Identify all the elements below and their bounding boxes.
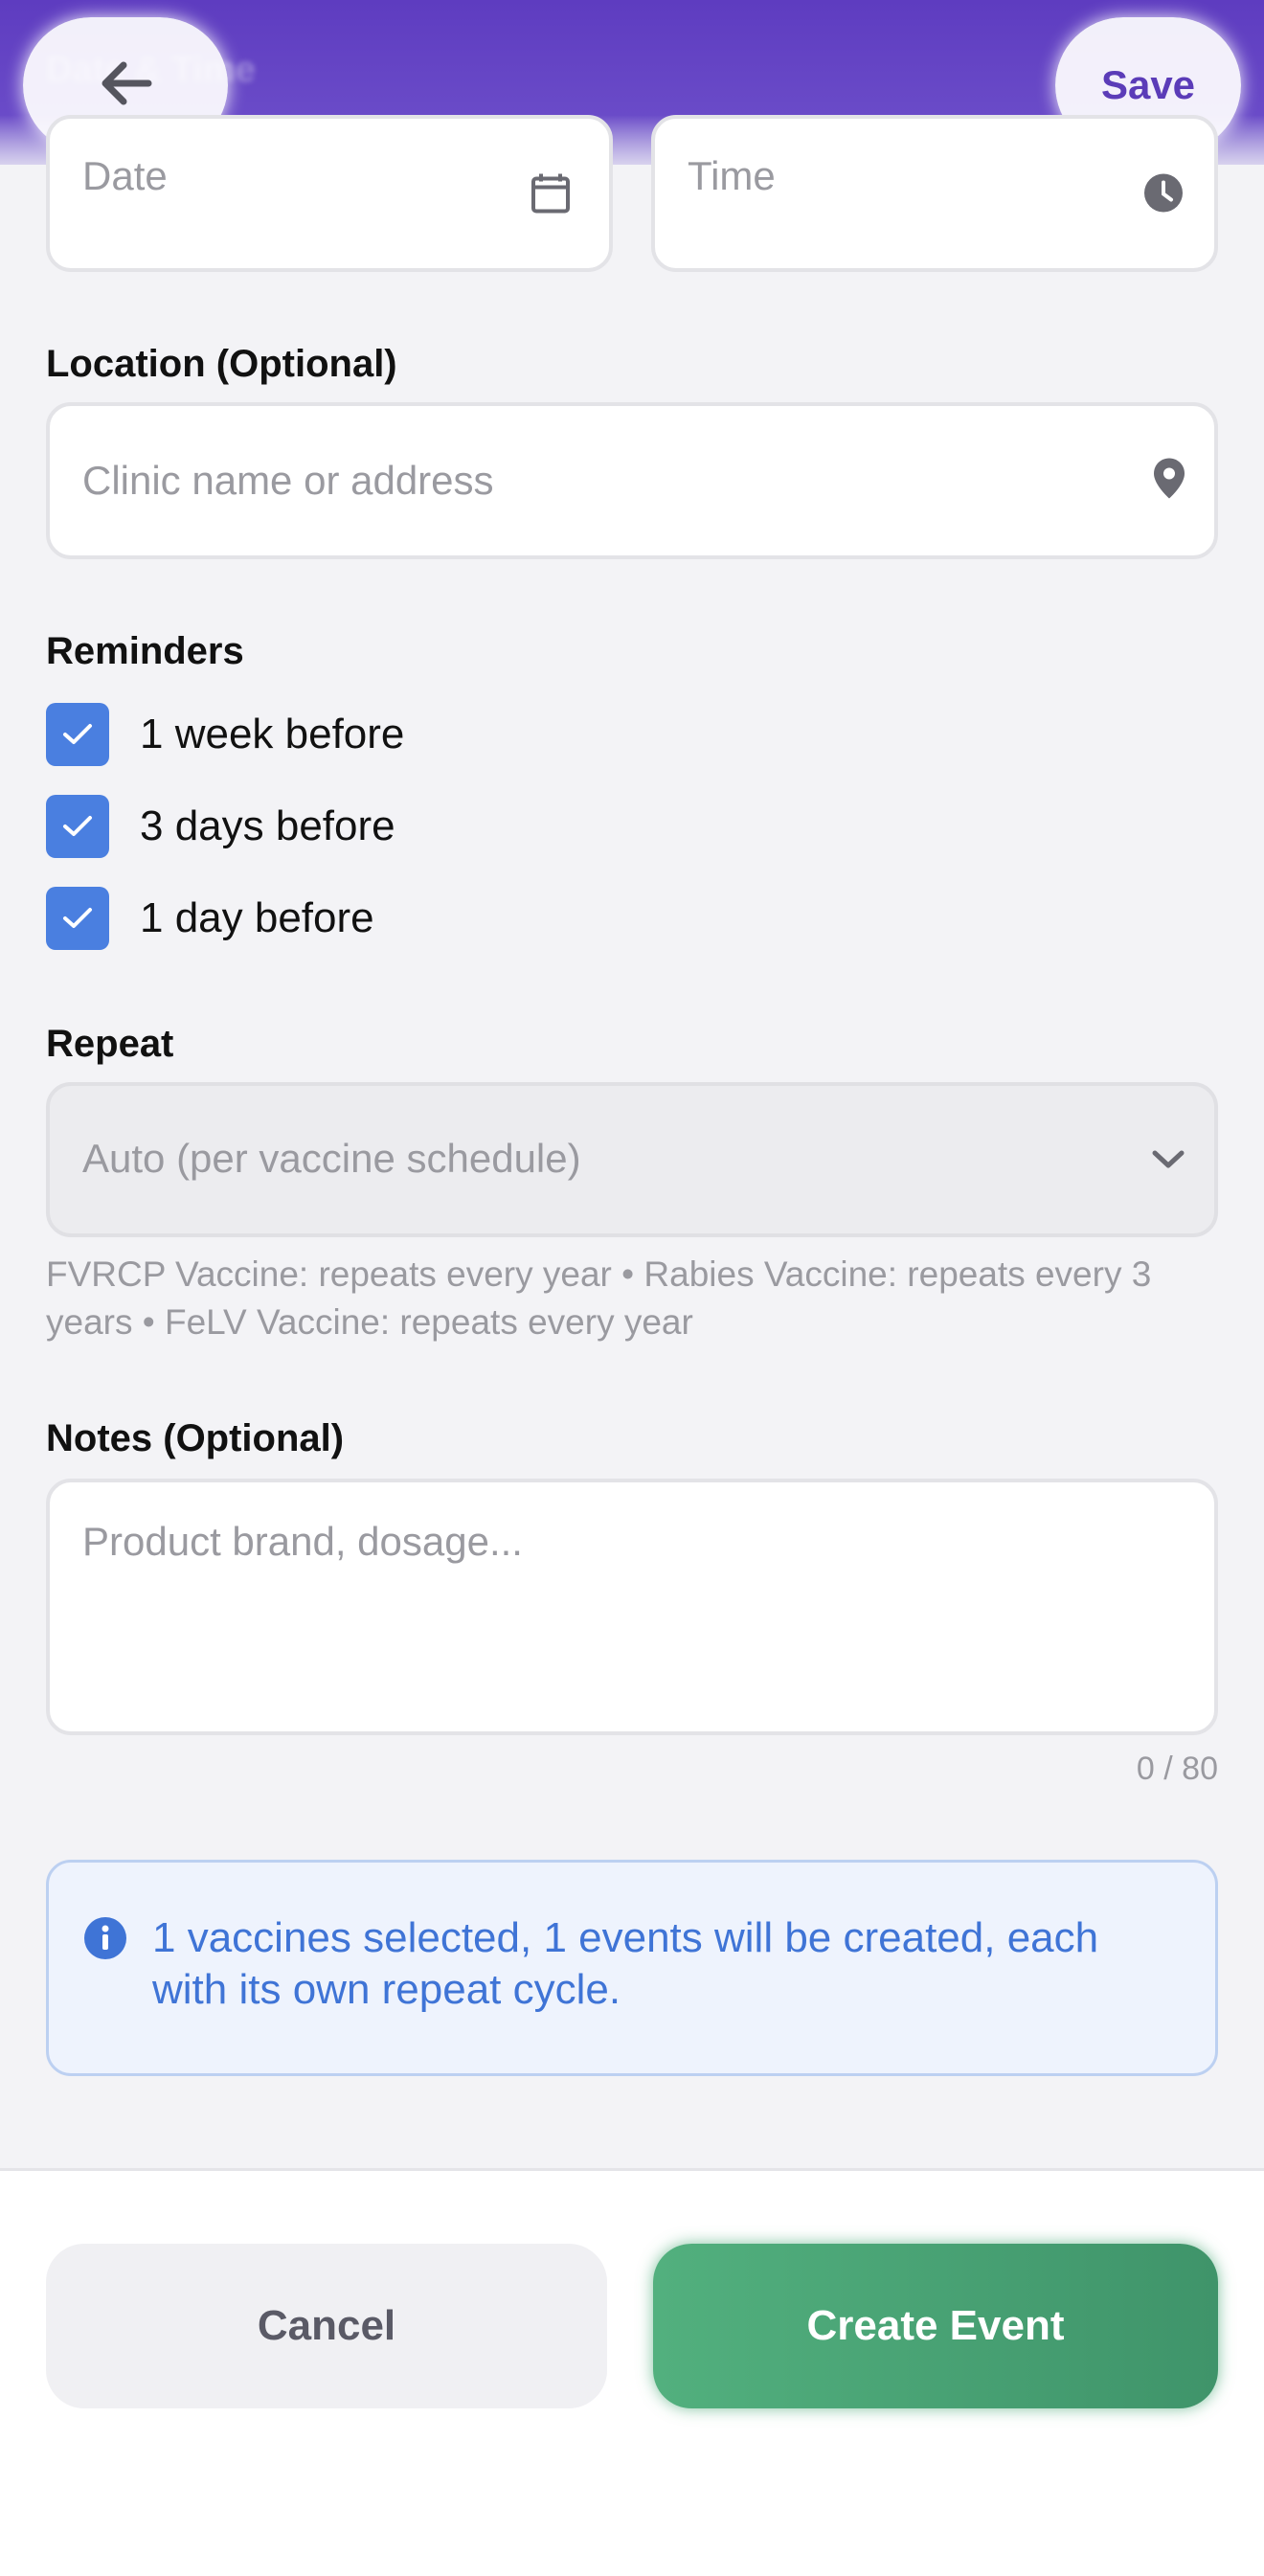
clock-icon [1143,173,1184,218]
info-icon [83,1916,127,1965]
date-placeholder: Date [82,153,168,198]
reminder-label: 3 days before [140,802,395,849]
location-placeholder: Clinic name or address [82,458,494,503]
calendar-icon [530,172,571,219]
info-text: 1 vaccines selected, 1 events will be cr… [152,1914,1099,2013]
action-footer: Cancel Create Event [0,2168,1264,2576]
repeat-selected-value: Auto (per vaccine schedule) [82,1136,581,1181]
map-pin-icon [1153,458,1185,505]
notes-label: Notes (Optional) [46,1417,345,1459]
notes-textarea[interactable]: Product brand, dosage... [46,1479,1218,1735]
checkbox[interactable] [46,795,109,858]
date-field[interactable]: Date [46,115,613,272]
chevron-down-icon [1151,1149,1185,1175]
repeat-select[interactable]: Auto (per vaccine schedule) [46,1082,1218,1237]
checkbox[interactable] [46,887,109,950]
check-icon [63,724,92,744]
checkbox[interactable] [46,703,109,766]
check-icon [63,908,92,928]
reminder-1-day[interactable]: 1 day before [46,887,374,950]
time-placeholder: Time [688,153,776,198]
create-event-button[interactable]: Create Event [653,2244,1218,2408]
location-label: Location (Optional) [46,343,397,385]
reminder-1-week[interactable]: 1 week before [46,703,404,766]
repeat-hint: FVRCP Vaccine: repeats every year • Rabi… [46,1254,1152,1342]
reminder-label: 1 day before [140,894,374,941]
repeat-label: Repeat [46,1023,174,1065]
reminders-label: Reminders [46,630,244,672]
arrow-left-icon [99,60,152,111]
time-field[interactable]: Time [651,115,1218,272]
info-banner: 1 vaccines selected, 1 events will be cr… [46,1860,1218,2076]
check-icon [63,816,92,836]
notes-char-counter: 0 / 80 [1136,1751,1218,1787]
notes-placeholder: Product brand, dosage... [82,1519,523,1564]
cancel-button[interactable]: Cancel [46,2244,607,2408]
reminder-3-days[interactable]: 3 days before [46,795,395,858]
reminder-label: 1 week before [140,711,405,757]
location-input[interactable]: Clinic name or address [46,402,1218,559]
